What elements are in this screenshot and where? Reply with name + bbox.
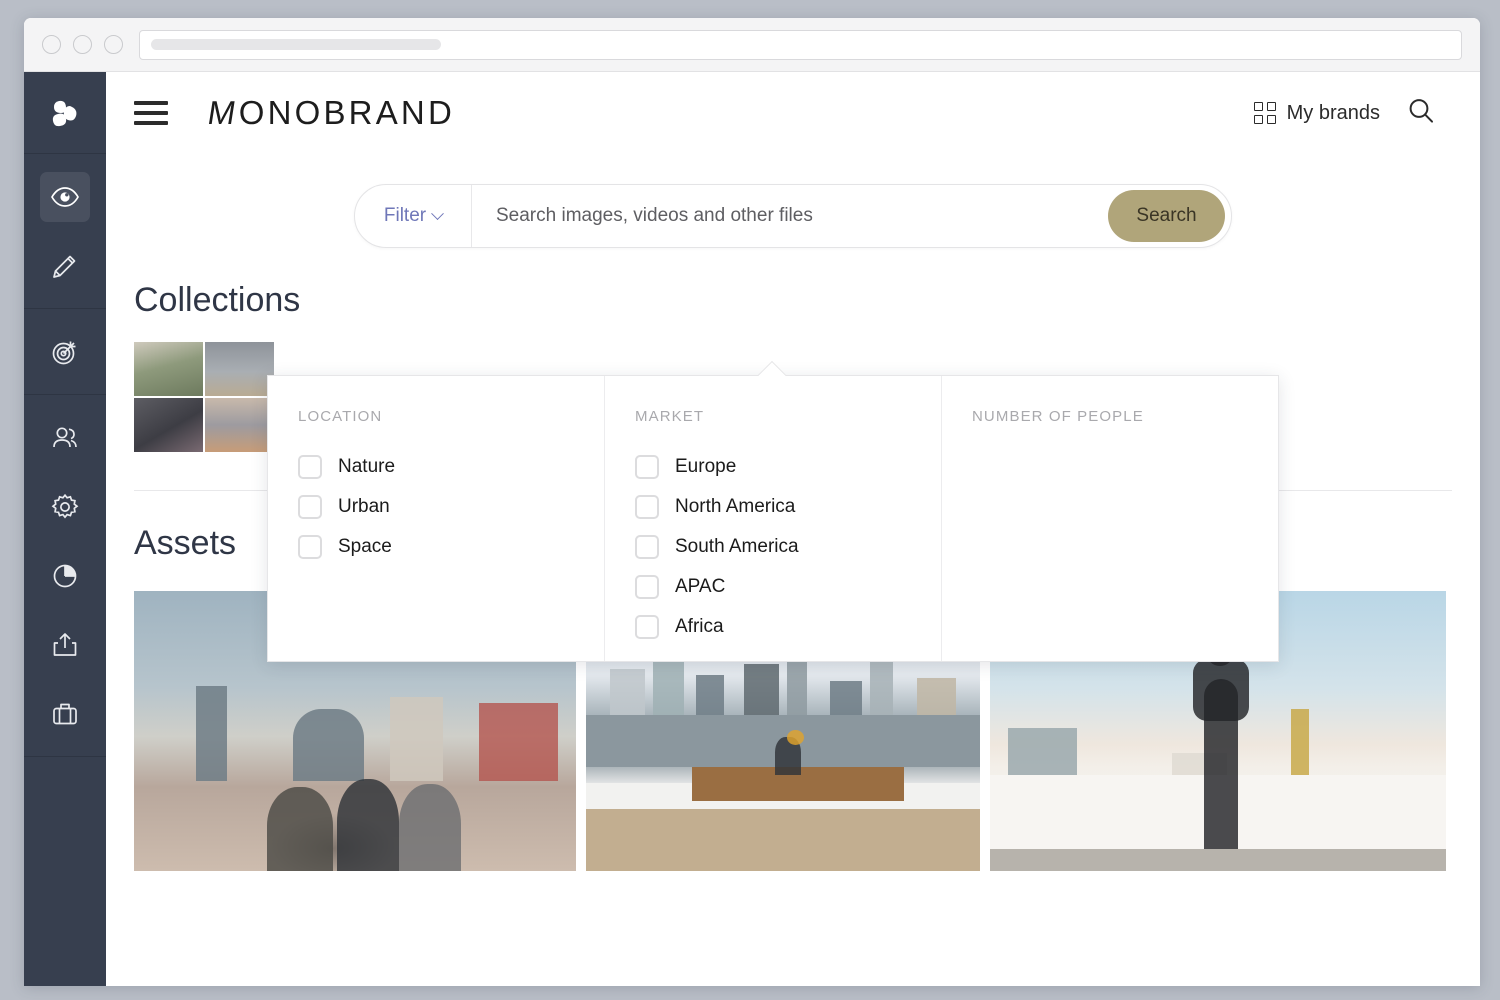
filter-option-space[interactable]: Space	[298, 527, 604, 567]
filter-option-label: Europe	[675, 456, 737, 477]
brand-initial: M	[205, 94, 242, 131]
briefcase-icon	[40, 689, 90, 739]
users-icon	[40, 413, 90, 463]
filter-option-urban[interactable]: Urban	[298, 487, 604, 527]
filter-option-label: Africa	[675, 616, 724, 637]
url-placeholder-bar	[151, 39, 441, 50]
pencil-icon	[40, 241, 90, 291]
monobrand-logo[interactable]	[24, 72, 106, 154]
sidebar-group-2	[24, 309, 106, 395]
page-title: MONOBRAND	[205, 94, 455, 132]
grid-icon	[1253, 102, 1276, 124]
target-icon	[40, 327, 90, 377]
sidebar-item-portfolio[interactable]	[24, 679, 106, 748]
collection-thumbnail	[134, 342, 203, 396]
brand-rest: ONOBRAND	[238, 94, 455, 131]
filter-option-europe[interactable]: Europe	[635, 447, 941, 487]
filter-dropdown-panel: LOCATION Nature Urban Space MARKET Europ…	[267, 360, 1279, 662]
browser-window: MONOBRAND My brands Filter Search images…	[24, 18, 1480, 986]
app-frame: MONOBRAND My brands Filter Search images…	[24, 72, 1480, 986]
checkbox[interactable]	[298, 455, 322, 479]
filter-option-nature[interactable]: Nature	[298, 447, 604, 487]
filter-column-title: MARKET	[635, 408, 705, 425]
filter-column-title: NUMBER OF PEOPLE	[972, 408, 1144, 425]
filter-option-north-america[interactable]: North America	[635, 487, 941, 527]
maximize-button[interactable]	[104, 35, 123, 54]
hamburger-icon[interactable]	[134, 101, 168, 125]
search-button[interactable]: Search	[1108, 190, 1225, 242]
chevron-down-icon	[431, 206, 444, 220]
window-controls	[42, 35, 123, 54]
filter-option-label: APAC	[675, 576, 726, 597]
filter-label: Filter	[383, 205, 427, 226]
filter-column-market: MARKET Europe North America South Americ…	[604, 376, 941, 661]
sidebar-item-settings[interactable]	[24, 472, 106, 541]
collection-thumbnail	[134, 398, 203, 452]
search-bar: Filter Search	[354, 184, 1232, 248]
filter-option-africa[interactable]: Africa	[635, 607, 941, 647]
sidebar-item-view[interactable]	[24, 162, 106, 231]
filter-column-location: LOCATION Nature Urban Space	[268, 376, 604, 661]
minimize-button[interactable]	[73, 35, 92, 54]
filter-option-label: North America	[675, 496, 796, 517]
checkbox[interactable]	[298, 495, 322, 519]
collection-card[interactable]	[134, 342, 274, 452]
sidebar-item-edit[interactable]	[24, 231, 106, 300]
filter-option-label: Space	[338, 536, 392, 557]
filter-dropdown-button[interactable]: Filter	[355, 185, 472, 247]
page-header: MONOBRAND My brands	[106, 72, 1480, 154]
checkbox[interactable]	[635, 535, 659, 559]
my-brands-button[interactable]: My brands	[1253, 101, 1380, 125]
collection-thumbnail	[205, 398, 274, 452]
filter-option-south-america[interactable]: South America	[635, 527, 941, 567]
filter-option-apac[interactable]: APAC	[635, 567, 941, 607]
url-bar[interactable]	[139, 29, 1462, 60]
checkbox[interactable]	[635, 455, 659, 479]
checkbox[interactable]	[635, 575, 659, 599]
sidebar-group-3	[24, 395, 106, 757]
close-button[interactable]	[42, 35, 61, 54]
sidebar-item-analytics[interactable]	[24, 541, 106, 610]
my-brands-label: My brands	[1286, 101, 1380, 124]
gear-icon	[40, 482, 90, 532]
sidebar-item-users[interactable]	[24, 403, 106, 472]
search-section: Filter Search	[106, 184, 1480, 248]
main-content: MONOBRAND My brands Filter Search images…	[106, 72, 1480, 986]
filter-column-number-of-people: NUMBER OF PEOPLE	[941, 376, 1278, 661]
filter-option-label: Urban	[338, 496, 390, 517]
search-input[interactable]	[472, 205, 1108, 227]
checkbox[interactable]	[635, 615, 659, 639]
checkbox[interactable]	[635, 495, 659, 519]
checkbox[interactable]	[298, 535, 322, 559]
sidebar-item-campaigns[interactable]	[24, 317, 106, 386]
filter-option-label: South America	[675, 536, 799, 557]
upload-icon	[40, 620, 90, 670]
sidebar-group-1	[24, 154, 106, 309]
search-icon[interactable]	[1406, 96, 1436, 131]
collection-thumbnail	[205, 342, 274, 396]
browser-chrome-bar	[24, 18, 1480, 72]
eye-icon	[40, 171, 90, 222]
sidebar-item-share[interactable]	[24, 610, 106, 679]
header-actions: My brands	[1253, 96, 1436, 131]
sidebar	[24, 72, 106, 986]
filter-option-label: Nature	[338, 456, 396, 477]
collections-title: Collections	[134, 281, 301, 319]
filter-column-title: LOCATION	[298, 408, 383, 425]
pie-chart-icon	[40, 551, 90, 601]
